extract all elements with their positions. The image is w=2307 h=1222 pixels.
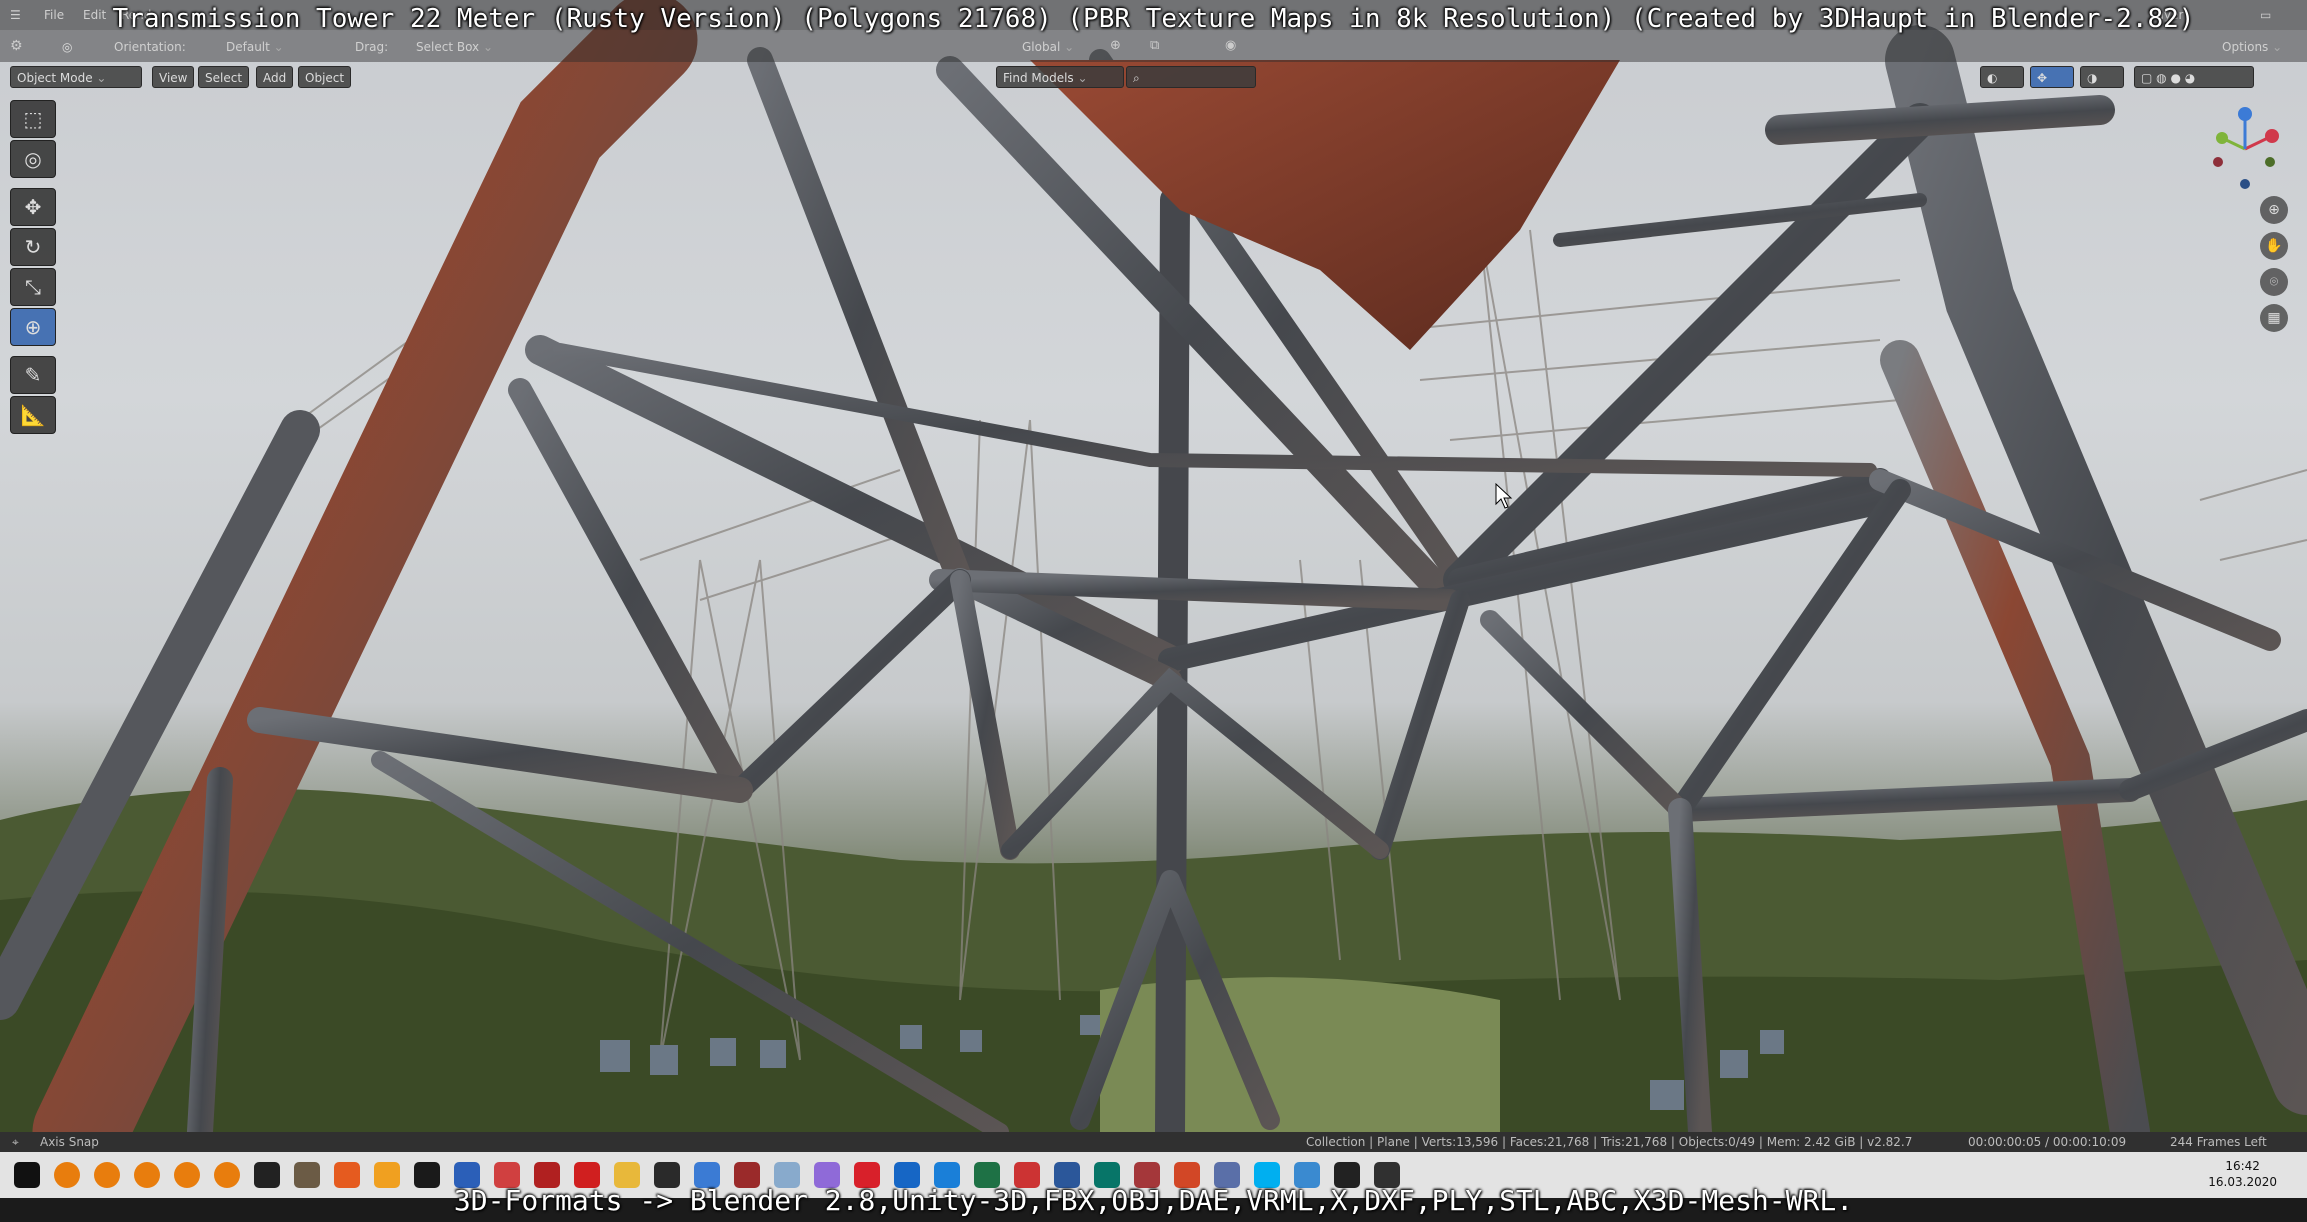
- snap-icon[interactable]: ⧉: [1150, 38, 1159, 53]
- viewport-render: [0, 0, 2307, 1132]
- select-menu[interactable]: Select: [198, 66, 250, 88]
- overlay-toggle[interactable]: ◑: [2080, 66, 2124, 88]
- drag-label: Drag:: [355, 40, 389, 54]
- camera-icon[interactable]: ⌾: [2260, 268, 2288, 296]
- clock-time: 16:42: [2225, 1159, 2260, 1173]
- cursor-icon[interactable]: ◎: [10, 140, 56, 178]
- formats-overlay: 3D-Formats -> Blender 2.8,Unity-3D,FBX,O…: [453, 1184, 1854, 1217]
- proportional-edit-icon[interactable]: ◉: [1225, 38, 1236, 53]
- gizmo-toggle[interactable]: ✥: [2030, 66, 2074, 88]
- gizmo-icon: ✥: [2037, 71, 2048, 85]
- search-field[interactable]: ⌕: [1126, 66, 1256, 88]
- visibility-dropdown[interactable]: ◐: [1980, 66, 2024, 88]
- tool-cursor-icon[interactable]: ◎: [62, 40, 72, 54]
- status-hint: Axis Snap: [40, 1135, 99, 1149]
- playback-time: 00:00:00:05 / 00:00:10:09: [1968, 1135, 2127, 1149]
- grid-view-icon[interactable]: ▦: [2260, 304, 2288, 332]
- rotate-icon[interactable]: ↻: [10, 228, 56, 266]
- overlay-icon: ◑: [2087, 71, 2098, 85]
- rust-plate: [1030, 60, 1620, 350]
- orientation-label: Orientation:: [114, 40, 186, 54]
- move-icon[interactable]: ✥: [10, 188, 56, 226]
- select-box-icon[interactable]: ⬚: [10, 100, 56, 138]
- measure-icon[interactable]: 📐: [10, 396, 56, 434]
- eye-icon: ◐: [1987, 71, 1998, 85]
- tool-settings-bar: ⚙ ◎ Orientation: Default Drag: Select Bo…: [0, 30, 2307, 62]
- drag-dropdown[interactable]: Select Box: [416, 40, 493, 54]
- status-bar: ⌖ Axis Snap Collection | Plane | Verts:1…: [0, 1132, 2307, 1152]
- find-models-dropdown[interactable]: Find Models: [996, 66, 1124, 88]
- search-icon: ⌕: [1133, 71, 1140, 85]
- annotate-icon[interactable]: ✎: [10, 356, 56, 394]
- add-menu[interactable]: Add: [256, 66, 294, 88]
- shading-mode-buttons[interactable]: ▢ ◍ ● ◕: [2134, 66, 2254, 88]
- scene-statistics: Collection | Plane | Verts:13,596 | Face…: [1306, 1135, 1913, 1149]
- tool-options-icon[interactable]: ⚙: [10, 38, 23, 54]
- title-overlay: Transmission Tower 22 Meter (Rusty Versi…: [112, 4, 2195, 34]
- shading-icon: ▢ ◍ ● ◕: [2141, 71, 2196, 85]
- mouse-icon: ⌖: [12, 1135, 19, 1149]
- scale-icon[interactable]: ⤡: [10, 268, 56, 306]
- left-toolbar: ⬚ ◎ ✥ ↻ ⤡ ⊕ ✎ 📐: [10, 100, 58, 436]
- view-menu[interactable]: View: [152, 66, 195, 88]
- 3d-viewport[interactable]: [0, 0, 2307, 1132]
- pivot-icon[interactable]: ⊕: [1110, 38, 1121, 53]
- object-mode-dropdown[interactable]: Object Mode: [10, 66, 142, 88]
- orientation-dropdown[interactable]: Default: [226, 40, 284, 54]
- transform-orientation-dropdown[interactable]: Global: [1022, 40, 1074, 54]
- axis-gizmo[interactable]: [2200, 104, 2290, 194]
- frames-left: 244 Frames Left: [2170, 1135, 2267, 1149]
- transform-icon[interactable]: ⊕: [10, 308, 56, 346]
- object-menu[interactable]: Object: [298, 66, 352, 88]
- options-dropdown[interactable]: Options: [2222, 40, 2282, 54]
- zoom-icon[interactable]: ⊕: [2260, 196, 2288, 224]
- pan-hand-icon[interactable]: ✋: [2260, 232, 2288, 260]
